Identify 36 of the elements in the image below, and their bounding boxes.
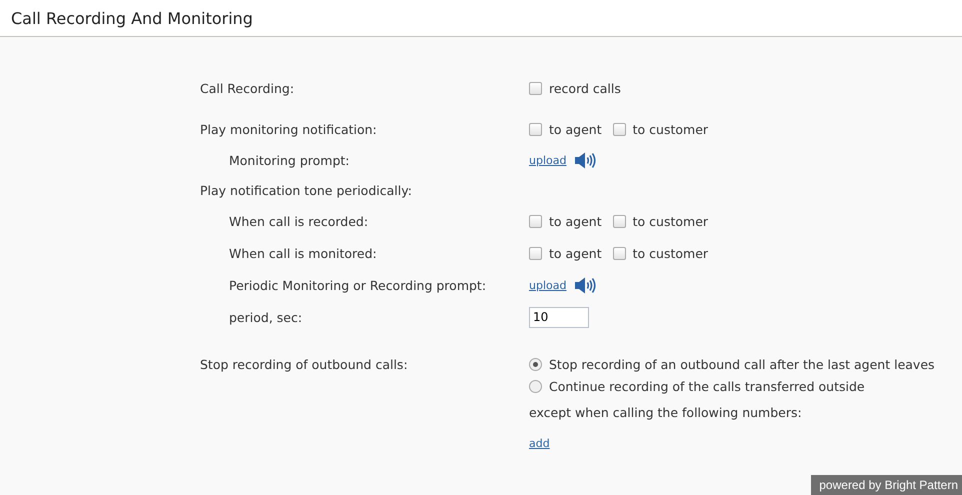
exception-note: except when calling the following numbers:	[529, 405, 803, 420]
checkbox-label: to customer	[632, 214, 708, 228]
field-label: Periodic Monitoring or Recording prompt:	[228, 278, 488, 292]
checkbox[interactable]	[529, 214, 542, 228]
checkbox[interactable]	[612, 246, 626, 260]
period-field[interactable]: 10	[529, 306, 589, 328]
radio-button[interactable]	[529, 380, 542, 392]
checkbox[interactable]	[612, 122, 626, 136]
checkbox-label: to agent	[549, 214, 602, 228]
checkbox[interactable]	[612, 214, 626, 228]
checkbox-label: record calls	[549, 80, 621, 96]
speaker-icon[interactable]	[574, 152, 596, 168]
field-label: When call is monitored:	[228, 246, 378, 260]
radio-label: Stop recording of an outbound call after the last agent leaves	[549, 356, 935, 372]
page-title: Call Recording And Monitoring	[11, 8, 253, 28]
field-label: Play monitoring notification:	[200, 122, 378, 136]
checkbox-label: to agent	[549, 246, 602, 260]
speaker-icon[interactable]	[574, 276, 596, 294]
checkbox[interactable]	[529, 82, 542, 94]
radio-button[interactable]	[529, 358, 542, 370]
upload-link[interactable]: upload	[529, 278, 566, 292]
add-link[interactable]: add	[529, 437, 550, 450]
field-label: period, sec:	[228, 310, 304, 324]
checkbox[interactable]	[529, 122, 542, 136]
checkbox-label: to customer	[632, 246, 708, 260]
field-label: Call Recording:	[200, 80, 296, 96]
checkbox-label: to customer	[632, 122, 708, 136]
powered-by-badge: powered by Bright Pattern	[811, 475, 962, 495]
upload-link[interactable]: upload	[529, 154, 566, 166]
field-label: When call is recorded:	[228, 214, 370, 228]
field-label: Monitoring prompt:	[228, 152, 350, 168]
field-label: Stop recording of outbound calls:	[200, 356, 409, 372]
radio-label: Continue recording of the calls transferred outside	[549, 378, 865, 394]
checkbox[interactable]	[529, 246, 542, 260]
field-label: Play notification tone periodically:	[200, 182, 413, 198]
checkbox-label: to agent	[549, 122, 602, 136]
